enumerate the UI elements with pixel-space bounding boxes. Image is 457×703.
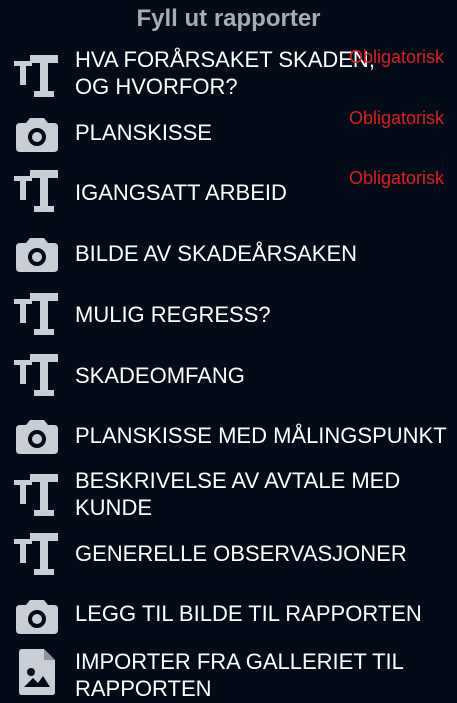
item-label: PLANSKISSE MED MÅLINGSPUNKT (75, 423, 447, 448)
list-item-planskisse[interactable]: PLANSKISSE Obligatorisk (0, 108, 457, 160)
required-badge: Obligatorisk (349, 47, 445, 67)
list-item-igangsatt-arbeid[interactable]: IGANGSATT ARBEID Obligatorisk (0, 166, 457, 218)
required-badge: Obligatorisk (349, 108, 445, 128)
item-label: LEGG TIL BILDE TIL RAPPORTEN (75, 601, 422, 626)
list-item-bilde-av-skadearsaken[interactable]: BILDE AV SKADEÅRSAKEN (0, 228, 457, 280)
text-icon (13, 354, 61, 398)
page-title: Fyll ut rapporter (136, 5, 321, 32)
list-item-beskrivelse-av-avtale[interactable]: BESKRIVELSE AV AVTALE MED KUNDE (0, 466, 457, 526)
item-label: BILDE AV SKADEÅRSAKEN (75, 241, 358, 266)
text-icon (13, 474, 61, 518)
list-item-cause-of-damage[interactable]: HVA FORÅRSAKET SKADEN, OG HVORFOR? Oblig… (0, 45, 457, 103)
list-item-mulig-regress[interactable]: MULIG REGRESS? (0, 289, 457, 341)
camera-icon (13, 232, 61, 276)
text-icon (13, 293, 61, 337)
list-item-planskisse-med-malingspunkt[interactable]: PLANSKISSE MED MÅLINGSPUNKT (0, 410, 457, 462)
item-label: GENERELLE OBSERVASJONER (75, 541, 407, 566)
camera-icon (13, 594, 61, 638)
list-item-importer-fra-galleriet[interactable]: IMPORTER FRA GALLERIET TIL RAPPORTEN (0, 648, 457, 703)
item-label: SKADEOMFANG (75, 363, 245, 388)
text-icon (13, 170, 61, 214)
text-icon (13, 55, 61, 99)
list-item-skadeomfang[interactable]: SKADEOMFANG (0, 350, 457, 402)
camera-icon (13, 112, 61, 156)
list-item-generelle-observasjoner[interactable]: GENERELLE OBSERVASJONER (0, 530, 457, 582)
camera-icon (13, 414, 61, 458)
text-icon (13, 533, 61, 577)
image-file-icon (13, 649, 61, 695)
item-label: IMPORTER FRA GALLERIET TIL RAPPORTEN (75, 649, 404, 701)
item-label: BESKRIVELSE AV AVTALE MED KUNDE (75, 468, 401, 520)
item-label: MULIG REGRESS? (75, 302, 271, 327)
list-item-legg-til-bilde[interactable]: LEGG TIL BILDE TIL RAPPORTEN (0, 590, 457, 642)
required-badge: Obligatorisk (349, 168, 445, 188)
